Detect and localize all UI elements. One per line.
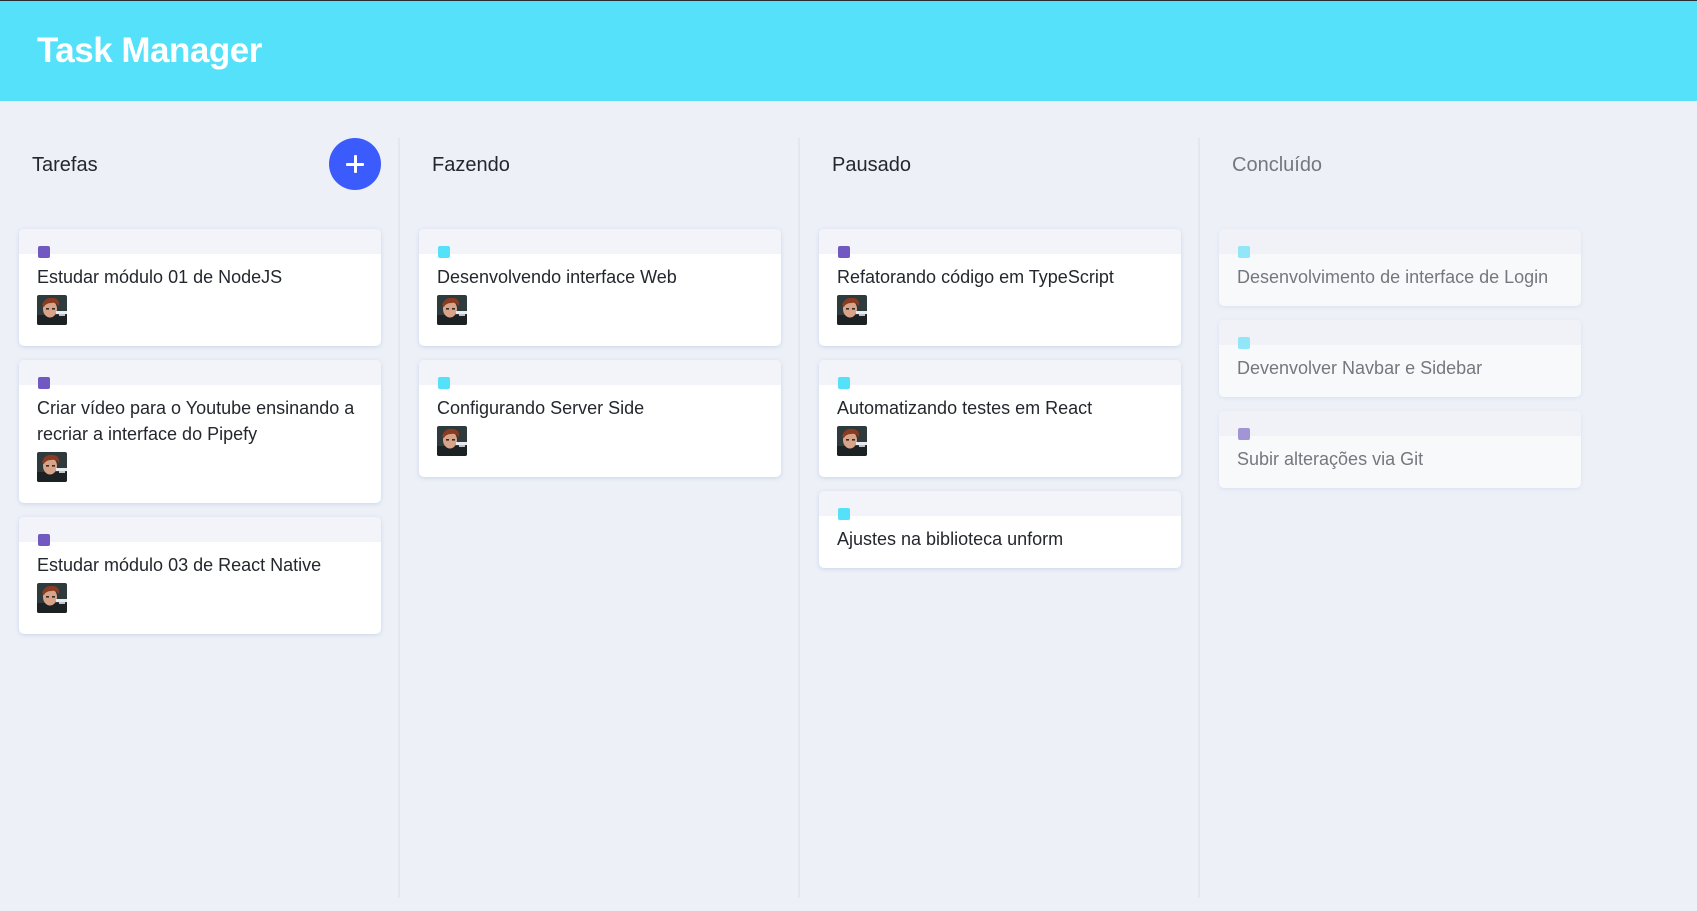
list-header: Fazendo — [400, 138, 798, 190]
app-header: Task Manager — [0, 0, 1697, 101]
avatar — [37, 295, 67, 325]
task-card[interactable]: Estudar módulo 01 de NodeJS — [19, 229, 381, 346]
avatar — [37, 452, 67, 482]
card-list: Refatorando código em TypeScript Automati… — [819, 229, 1181, 582]
card-content: Automatizando testes em React — [837, 398, 1093, 418]
card-label — [1238, 337, 1250, 349]
card-content: Subir alterações via Git — [1237, 449, 1424, 469]
list-tarefas: Tarefas Estudar módulo 01 de NodeJS Criar… — [0, 138, 400, 898]
kanban-board: Tarefas Estudar módulo 01 de NodeJS Criar… — [0, 101, 1697, 911]
card-content: Estudar módulo 03 de React Native — [37, 555, 322, 575]
list-title: Pausado — [832, 154, 911, 176]
card-content: Devenvolver Navbar e Sidebar — [1237, 358, 1483, 378]
list-title: Fazendo — [432, 154, 510, 176]
card-label — [38, 534, 50, 546]
list-header: Pausado — [800, 138, 1198, 190]
card-label — [438, 246, 450, 258]
avatar — [437, 426, 467, 456]
task-card[interactable]: Desenvolvendo interface Web — [419, 229, 781, 346]
card-list: Estudar módulo 01 de NodeJS Criar vídeo p… — [19, 229, 381, 648]
list-concluido: Concluído Desenvolvimento de interface d… — [1200, 138, 1600, 898]
task-card[interactable]: Subir alterações via Git — [1219, 411, 1581, 488]
card-content: Desenvolvendo interface Web — [437, 267, 677, 287]
card-list: Desenvolvimento de interface de Login Dev… — [1219, 229, 1581, 502]
card-label — [1238, 428, 1250, 440]
task-card[interactable]: Configurando Server Side — [419, 360, 781, 477]
add-card-button[interactable] — [329, 138, 381, 190]
app-title: Task Manager — [37, 31, 262, 70]
list-title: Tarefas — [32, 154, 98, 176]
task-card[interactable]: Refatorando código em TypeScript — [819, 229, 1181, 346]
card-content: Refatorando código em TypeScript — [837, 267, 1114, 287]
card-content: Criar vídeo para o Youtube ensinando a r… — [37, 398, 355, 444]
card-label — [438, 377, 450, 389]
list-header: Concluído — [1200, 138, 1600, 190]
card-label — [838, 508, 850, 520]
card-content: Ajustes na biblioteca unform — [837, 529, 1064, 549]
card-label — [38, 377, 50, 389]
card-content: Desenvolvimento de interface de Login — [1237, 267, 1549, 287]
task-card[interactable]: Ajustes na biblioteca unform — [819, 491, 1181, 568]
card-content: Configurando Server Side — [437, 398, 645, 418]
task-card[interactable]: Estudar módulo 03 de React Native — [19, 517, 381, 634]
card-content: Estudar módulo 01 de NodeJS — [37, 267, 283, 287]
card-label — [1238, 246, 1250, 258]
task-card[interactable]: Criar vídeo para o Youtube ensinando a r… — [19, 360, 381, 503]
list-pausado: Pausado Refatorando código em TypeScript… — [800, 138, 1200, 898]
card-label — [838, 377, 850, 389]
avatar — [437, 295, 467, 325]
list-title: Concluído — [1232, 154, 1323, 176]
task-card[interactable]: Desenvolvimento de interface de Login — [1219, 229, 1581, 306]
avatar — [837, 295, 867, 325]
list-header: Tarefas — [0, 138, 398, 190]
avatar — [837, 426, 867, 456]
card-label — [838, 246, 850, 258]
card-label — [38, 246, 50, 258]
avatar — [37, 583, 67, 613]
card-list: Desenvolvendo interface Web Configurando … — [419, 229, 781, 491]
task-card[interactable]: Automatizando testes em React — [819, 360, 1181, 477]
task-card[interactable]: Devenvolver Navbar e Sidebar — [1219, 320, 1581, 397]
list-fazendo: Fazendo Desenvolvendo interface Web Confi… — [400, 138, 800, 898]
